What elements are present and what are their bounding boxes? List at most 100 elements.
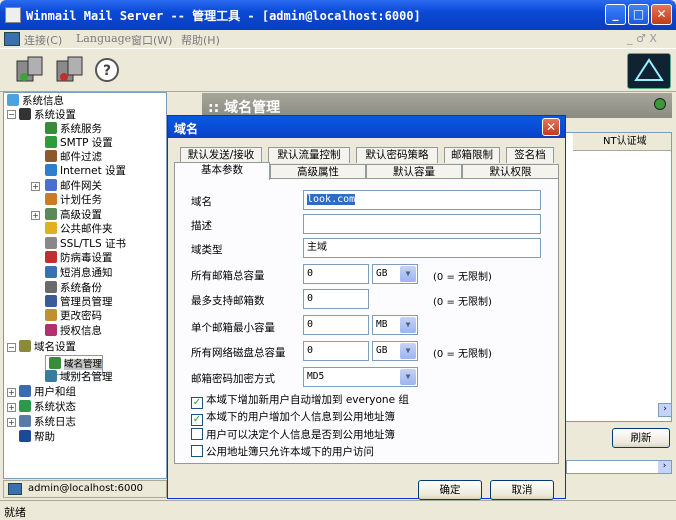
tree-item-antivirus[interactable]: 防病毒设置	[45, 251, 113, 265]
disconnect-icon[interactable]	[54, 55, 84, 85]
expand-icon[interactable]: +	[7, 388, 16, 397]
expand-icon[interactable]: +	[31, 182, 40, 191]
sms-icon	[45, 266, 57, 278]
mdi-controls[interactable]: _ ♂ X	[627, 32, 657, 45]
expand-icon[interactable]: +	[7, 403, 16, 412]
unlimited-note: (0 = 无限制)	[433, 297, 492, 308]
collapse-icon[interactable]: −	[7, 110, 16, 119]
horizontal-scrollbar[interactable]: ›	[566, 460, 672, 474]
globe-icon	[654, 98, 666, 110]
menu-window[interactable]: 窗口(W)	[131, 32, 172, 48]
tree-item-internet[interactable]: Internet 设置	[45, 164, 126, 178]
tab-default-password-policy[interactable]: 默认密码策略	[356, 147, 438, 163]
minimize-button[interactable]: _	[605, 4, 626, 25]
tree-item-system-info[interactable]: 系统信息	[7, 94, 64, 108]
max-mailboxes-label: 最多支持邮箱数	[191, 295, 265, 307]
dialog-title: 域名	[174, 122, 199, 136]
user-decides-addressbook-checkbox[interactable]: 用户可以决定个人信息是否到公用地址簿	[191, 428, 395, 442]
dialog-title-bar: 域名 ✕	[168, 116, 565, 138]
close-button[interactable]: ✕	[651, 4, 672, 25]
total-mailbox-size-field[interactable]: 0	[303, 264, 369, 284]
tree-item-mail-gateway[interactable]: 邮件网关	[45, 179, 102, 193]
unlimited-note: (0 = 无限制)	[433, 349, 492, 360]
maximize-button[interactable]: □	[628, 4, 649, 25]
tab-default-send-receive[interactable]: 默认发送/接收	[180, 147, 262, 163]
tree-item-mail-filter[interactable]: 邮件过滤	[45, 150, 102, 164]
logo-icon	[627, 53, 671, 89]
domain-field[interactable]: look.com	[303, 190, 541, 210]
task-icon	[45, 193, 57, 205]
tab-basic-params[interactable]: 基本参数	[174, 162, 270, 180]
menu-help[interactable]: 帮助(H)	[181, 32, 220, 48]
tree-item-scheduled-tasks[interactable]: 计划任务	[45, 193, 102, 207]
scroll-right-icon[interactable]: ›	[658, 403, 672, 417]
tree-item-system-log[interactable]: 系统日志	[19, 415, 76, 429]
add-to-public-addressbook-checkbox[interactable]: ✓ 本域下的用户增加个人信息到公用地址簿	[191, 411, 395, 426]
gateway-icon	[45, 179, 57, 191]
connection-label: admin@localhost:6000	[28, 483, 144, 494]
domain-type-field[interactable]: 主域	[303, 238, 541, 258]
smtp-icon	[45, 136, 57, 148]
min-mailbox-size-field[interactable]: 0	[303, 315, 369, 335]
tree-item-ssl[interactable]: SSL/TLS 证书	[45, 237, 126, 251]
tree-item-public-folder[interactable]: 公共邮件夹	[45, 222, 113, 236]
total-netdisk-unit-select[interactable]: GB ▼	[372, 341, 418, 361]
total-mailbox-unit-select[interactable]: GB ▼	[372, 264, 418, 284]
tree-item-change-password[interactable]: 更改密码	[45, 309, 102, 323]
antivirus-icon	[45, 251, 57, 263]
expand-icon[interactable]: +	[31, 211, 40, 220]
server-icon	[8, 483, 22, 495]
tab-signature[interactable]: 签名档	[506, 147, 554, 163]
auto-everyone-checkbox[interactable]: ✓ 本域下增加新用户自动增加到 everyone 组	[191, 394, 409, 409]
title-bar: Winmail Mail Server -- 管理工具 - [admin@loc…	[0, 0, 676, 30]
cancel-button[interactable]: 取消	[490, 480, 554, 500]
tree-item-advanced[interactable]: 高级设置	[45, 208, 102, 222]
tree-item-backup[interactable]: 系统备份	[45, 281, 102, 295]
mdi-icon	[4, 32, 20, 46]
addressbook-domain-only-checkbox[interactable]: 公用地址簿只允许本域下的用户访问	[191, 445, 374, 459]
help-book-icon	[19, 430, 31, 442]
tree-item-system-settings[interactable]: 系统设置	[19, 108, 76, 122]
nav-tree: 系统信息 − 系统设置 系统服务 SMTP 设置 邮件过滤 Internet 设…	[3, 92, 167, 479]
total-mailbox-size-label: 所有邮箱总容量	[191, 270, 265, 282]
refresh-button[interactable]: 刷新	[612, 428, 670, 448]
tab-mailbox-limits[interactable]: 邮箱限制	[444, 147, 500, 163]
backup-icon	[45, 281, 57, 293]
menu-language[interactable]: Language	[76, 32, 131, 45]
tab-default-traffic[interactable]: 默认流量控制	[268, 147, 350, 163]
toolbar: ?	[0, 48, 676, 92]
dialog-close-icon[interactable]: ✕	[542, 118, 560, 136]
tree-item-domain-settings[interactable]: 域名设置	[19, 340, 76, 354]
status-bar: 就绪	[0, 500, 676, 519]
app-icon	[5, 7, 21, 23]
admin-icon	[45, 295, 57, 307]
tree-item-help[interactable]: 帮助	[19, 430, 55, 444]
tree-item-license[interactable]: 授权信息	[45, 324, 102, 338]
domain-label: 域名	[191, 196, 212, 208]
tree-item-users-groups[interactable]: 用户和组	[19, 385, 76, 399]
scroll-right-icon[interactable]: ›	[658, 461, 671, 473]
info-icon	[7, 94, 19, 106]
ok-button[interactable]: 确定	[418, 480, 482, 500]
connection-status: admin@localhost:6000	[3, 480, 167, 498]
total-netdisk-field[interactable]: 0	[303, 341, 369, 361]
max-mailboxes-field[interactable]: 0	[303, 289, 369, 309]
tree-item-system-status[interactable]: 系统状态	[19, 400, 76, 414]
column-header-nt-domain[interactable]: NT认证域	[573, 133, 671, 151]
domain-icon	[19, 340, 31, 352]
tree-item-system-services[interactable]: 系统服务	[45, 122, 102, 136]
tree-item-smtp[interactable]: SMTP 设置	[45, 136, 113, 150]
expand-icon[interactable]: +	[7, 418, 16, 427]
password-encryption-select[interactable]: MD5 ▼	[303, 367, 418, 387]
settings-icon	[19, 108, 31, 120]
collapse-icon[interactable]: −	[7, 343, 16, 352]
min-mailbox-unit-select[interactable]: MB ▼	[372, 315, 418, 335]
connect-icon[interactable]	[14, 55, 44, 85]
log-icon	[19, 415, 31, 427]
menu-connect[interactable]: 连接(C)	[24, 32, 62, 48]
tree-item-admin[interactable]: 管理员管理	[45, 295, 113, 309]
description-field[interactable]	[303, 214, 541, 234]
help-icon[interactable]: ?	[94, 57, 124, 87]
tree-item-sms[interactable]: 短消息通知	[45, 266, 113, 280]
tree-item-domain-alias[interactable]: 域别名管理	[45, 370, 113, 384]
